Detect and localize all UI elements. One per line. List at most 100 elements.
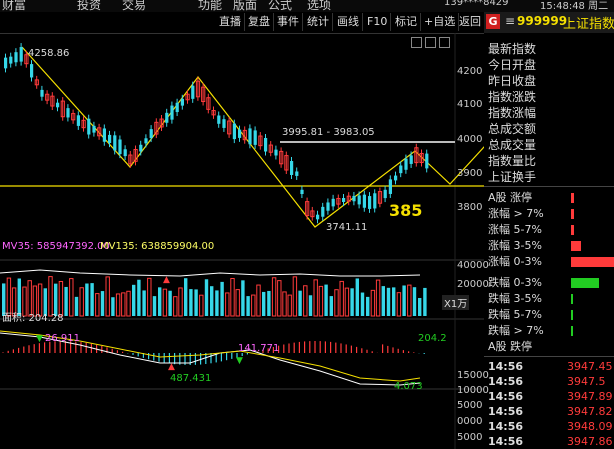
volume-bar [407,284,412,317]
candle-body [373,193,377,209]
dist-up0-3-label: 涨幅 0-3% [488,255,542,268]
volume-bar [412,287,417,316]
y-tick: 3800 [457,202,483,213]
index-name: 上证指数 [563,17,614,32]
y-tick: 4200 [457,66,483,77]
candle-body [264,137,268,152]
buy-arrow-icon: ▼ [36,334,43,344]
volume-bar [392,287,396,316]
f10-button[interactable]: F10 [364,13,392,31]
volume-bar [329,296,333,316]
candle-body [290,161,294,175]
candle-body [404,158,408,170]
volume-ma35-label: MV35: 585947392.00 [2,241,110,252]
back-button[interactable]: 返回 [456,13,484,31]
candle-body [180,98,184,106]
candle-body [295,171,299,176]
stat-volume-ratio: 指数量比 [488,154,537,168]
candle-body [362,194,366,208]
index-code: 999999 [517,14,568,28]
stat-turnover-amount: 总成交额 [488,122,537,136]
menu-icon[interactable]: ≡ [505,14,515,28]
candle-body [92,125,96,133]
stat-turnover-rate: 上证换手 [488,170,537,184]
candle-body [248,128,252,145]
volume-bar [147,277,152,317]
dist-limit-up-label: A股 涨停 [488,191,533,204]
volume-bar [262,291,266,316]
candle-body [14,52,18,63]
volume-bar [215,290,219,316]
volume-unit: X1万 [442,295,470,310]
stat-change-pct: 指数涨幅 [488,106,537,120]
volume-bar [418,297,422,316]
candle-body [331,198,335,207]
volume-bar [74,296,79,316]
volume-bar [350,288,354,316]
events-button[interactable]: 事件 [274,13,303,31]
volume-bar [375,279,381,317]
candle-body [87,118,91,135]
bar-up7 [571,209,574,219]
volume-bar [256,284,261,317]
volume-bar [152,296,157,316]
candle-body [222,119,226,128]
volume-bar [241,280,245,316]
index-marker: G [486,14,500,29]
y-tick: 5000 [457,400,483,411]
volume-bar [220,281,224,316]
live-button[interactable]: 直播 [216,13,245,31]
count-label: 385 [389,201,423,220]
divider [484,186,614,187]
volume-bar [230,277,235,317]
candle-body [388,179,392,194]
add-watchlist-button[interactable]: +自选 [421,13,460,31]
candle-body [165,112,169,123]
volume-bar [292,276,298,317]
tick-time: 14:56 [488,390,524,403]
tick-time: 14:56 [488,405,524,418]
tick-price: 3947.86 [567,435,613,448]
candle-body [425,153,429,169]
dist-down0-3-label: 跌幅 0-3% [488,276,542,289]
stat-latest: 最新指数 [488,42,537,56]
volume-bar [251,294,256,317]
buy-arrow-icon: ▼ [236,356,243,366]
volume-bar [271,277,277,317]
candle-body [102,128,106,142]
volume-bar [396,292,402,317]
candle-body [144,138,148,144]
candle-body [56,102,60,108]
replay-button[interactable]: 复盘 [245,13,274,31]
candle-body [300,189,304,195]
y-tick: 15000 [457,370,489,381]
volume-bar [111,297,115,316]
dist-down7-label: 跌幅 > 7% [488,324,544,337]
candle-body [357,195,361,205]
volume-bar [344,287,350,317]
volume-bar [277,280,282,317]
volume-bar [235,289,240,317]
tick-price: 3947.82 [567,405,613,418]
tick-time: 14:56 [488,420,524,433]
candle-body [232,123,236,140]
volume-bar [105,276,110,317]
bar-limit-up [571,193,574,203]
volume-bar [162,288,168,317]
volume-bar [267,290,271,316]
volume-bar [355,278,359,316]
candle-body [342,197,346,203]
volume-bar [95,293,100,317]
mark-button[interactable]: 标记 [392,13,421,31]
candle-body [274,149,278,156]
dist-down3-5-label: 跌幅 3-5% [488,292,542,305]
volume-bar [210,286,214,316]
stats-button[interactable]: 统计 [304,13,333,31]
candle-body [113,135,117,151]
volume-bar [386,287,391,316]
trend-line[interactable] [21,46,484,228]
volume-bar [100,291,105,316]
divider [484,356,614,357]
candle-body [149,129,153,139]
draw-line-button[interactable]: 画线 [334,13,363,31]
